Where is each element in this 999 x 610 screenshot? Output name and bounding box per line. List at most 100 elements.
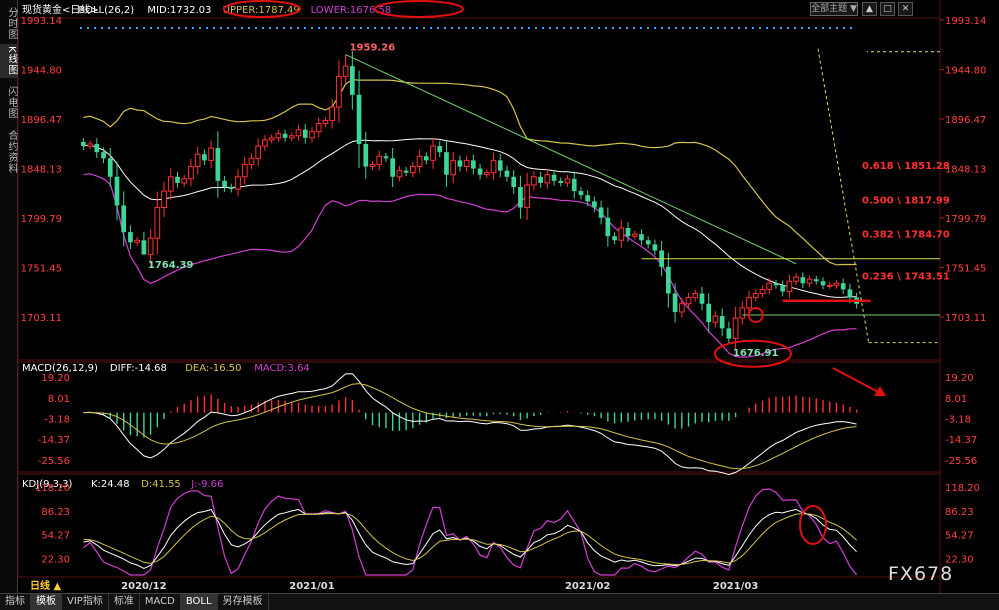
fib-level-label: 0.236 \ 1743.51 (862, 272, 950, 283)
price-tick-label-right: 1896.47 (945, 115, 986, 126)
macd-tick-label-right: 19.20 (945, 373, 974, 384)
candle (87, 140, 93, 150)
candle (175, 171, 180, 188)
watermark-logo: FX678 (888, 563, 954, 585)
price-tick-label-right: 1751.45 (945, 263, 986, 274)
candle (759, 285, 766, 298)
candle (639, 229, 644, 246)
bottom-tab-1[interactable]: 模板 (31, 594, 62, 610)
candle (390, 147, 396, 188)
candle (161, 181, 167, 217)
bottom-toolbar: 指标 模板 VIP指标 标准 MACD BOLL 另存模板 (0, 593, 999, 610)
bottom-tab-4[interactable]: MACD (140, 594, 181, 610)
candle (121, 191, 127, 247)
macd-tick-label-right: -3.18 (945, 414, 971, 425)
candle (800, 272, 806, 289)
macd-dea-line (83, 383, 857, 470)
annotation-arrow (832, 367, 881, 394)
candle (349, 51, 355, 110)
candle (699, 286, 705, 311)
kdj-legend-item: J:-9.66 (190, 479, 223, 490)
candle (423, 152, 429, 165)
candle (752, 289, 759, 302)
bottom-tab-0[interactable]: 指标 (0, 594, 31, 610)
candle (302, 123, 308, 144)
kdj-tick-label-left: 54.27 (41, 531, 70, 542)
candle (564, 174, 571, 187)
candle (81, 138, 86, 150)
kdj-tick-label-right: 118.20 (945, 483, 980, 494)
candle (666, 252, 671, 308)
candle (383, 152, 389, 162)
price-tick-label-right: 1993.14 (945, 16, 986, 27)
candle (813, 275, 819, 285)
candle (315, 117, 322, 138)
theme-select-button[interactable]: 全部主题 ▼ (810, 2, 858, 16)
candle (692, 289, 699, 302)
candle (457, 155, 463, 172)
low-label-left: 1764.39 (148, 260, 194, 271)
high-label: 1959.26 (350, 43, 396, 54)
main-legend-item: BOLL(26,2) (78, 5, 134, 16)
candle (833, 279, 840, 289)
candle (396, 165, 403, 182)
candle (154, 191, 161, 255)
candle (773, 279, 779, 289)
macd-legend-item: DIFF:-14.68 (110, 363, 167, 374)
candle (706, 293, 712, 333)
bottom-tab-6[interactable]: 另存模板 (218, 594, 269, 610)
macd-diff-line (83, 373, 857, 476)
macd-tick-label-left: -14.37 (38, 435, 70, 446)
candle (793, 273, 799, 286)
candle (739, 301, 746, 325)
candle (282, 129, 288, 142)
candle (806, 275, 813, 288)
kdj-legend-item: D:41.55 (141, 479, 181, 490)
macd-tick-label-left: -3.18 (44, 414, 70, 425)
maximize-icon[interactable]: □ (880, 2, 895, 16)
candle (208, 140, 214, 168)
low-label-right: 1676.91 (733, 348, 779, 359)
candle (726, 321, 732, 344)
candle (826, 281, 833, 289)
candle (531, 171, 537, 191)
candle (518, 175, 523, 219)
kdj-k-line (83, 508, 857, 569)
bottom-tab-3[interactable]: 标准 (109, 594, 140, 610)
candle (618, 220, 625, 248)
collapse-icon[interactable]: ▲ (862, 2, 877, 16)
candle (309, 126, 315, 143)
candle (147, 228, 154, 265)
main-legend-item: LOWER:1676.58 (311, 5, 392, 16)
candle (369, 161, 376, 170)
x-axis-label: 2020/12 (121, 581, 166, 592)
candle (356, 70, 362, 169)
candle (288, 132, 295, 142)
bottom-tab-2[interactable]: VIP指标 (62, 594, 109, 610)
candle (450, 151, 457, 184)
macd-tick-label-right: -14.37 (945, 435, 977, 446)
candle (678, 298, 685, 318)
fib-level-label: 0.500 \ 1817.99 (862, 195, 950, 206)
candle (363, 131, 369, 179)
x-axis-label: 2021/02 (565, 581, 610, 592)
candle (538, 171, 543, 188)
macd-tick-label-left: -25.56 (38, 456, 70, 467)
candle (558, 177, 564, 187)
candle (605, 207, 611, 247)
candle (780, 280, 786, 297)
candle (471, 154, 476, 175)
candle (235, 169, 241, 197)
candle (194, 146, 201, 175)
bottom-tab-5[interactable]: BOLL (180, 594, 218, 610)
candle (840, 278, 846, 295)
candle (437, 141, 443, 157)
candle (409, 161, 416, 178)
close-icon[interactable]: ✕ (898, 2, 913, 16)
main-price-panel (81, 51, 859, 358)
candle (202, 149, 207, 166)
candle (295, 124, 302, 141)
macd-tick-label-right: 8.01 (945, 394, 967, 405)
price-tick-label-left: 1703.11 (21, 313, 62, 324)
candle (551, 169, 557, 186)
